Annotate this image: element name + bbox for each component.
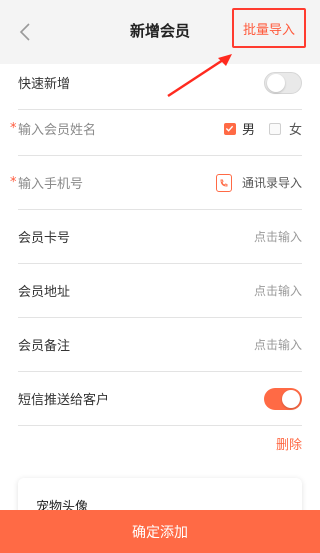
contacts-import-button[interactable]: 通讯录导入: [215, 173, 302, 192]
batch-import-button[interactable]: 批量导入: [232, 8, 306, 48]
required-mark: *: [10, 121, 17, 136]
phone-row: * 输入手机号 通讯录导入: [10, 156, 302, 210]
note-row[interactable]: 会员备注 点击输入: [18, 318, 302, 372]
phone-input[interactable]: 输入手机号: [18, 173, 83, 192]
gender-female-label: 女: [288, 123, 302, 138]
unchecked-checkbox-icon: [268, 122, 281, 135]
card-number-input[interactable]: 点击输入: [254, 228, 302, 245]
address-label: 会员地址: [18, 285, 71, 300]
required-mark: *: [10, 175, 17, 190]
sms-push-label: 短信推送给客户: [18, 393, 110, 408]
checked-checkbox-icon: [223, 122, 236, 135]
quick-add-label: 快速新增: [18, 77, 71, 92]
gender-male-option[interactable]: 男: [223, 119, 255, 138]
delete-button[interactable]: 删除: [276, 434, 302, 453]
confirm-add-button[interactable]: 确定添加: [0, 510, 320, 553]
card-number-row[interactable]: 会员卡号 点击输入: [18, 210, 302, 264]
contacts-import-label: 通讯录导入: [241, 176, 302, 190]
sms-push-toggle[interactable]: [264, 387, 302, 410]
member-name-row: * 输入会员姓名 男 女: [10, 102, 302, 156]
address-input[interactable]: 点击输入: [254, 282, 302, 299]
note-label: 会员备注: [18, 339, 71, 354]
card-number-label: 会员卡号: [18, 231, 71, 246]
member-name-input[interactable]: 输入会员姓名: [18, 119, 96, 138]
address-row[interactable]: 会员地址 点击输入: [18, 264, 302, 318]
sms-push-row: 短信推送给客户: [18, 372, 302, 426]
toggle-knob: [282, 389, 300, 408]
gender-male-label: 男: [241, 123, 255, 138]
gender-female-option[interactable]: 女: [268, 119, 302, 138]
note-input[interactable]: 点击输入: [254, 336, 302, 353]
toggle-knob: [267, 73, 285, 92]
quick-add-toggle[interactable]: [264, 71, 302, 94]
phone-book-icon: [215, 173, 232, 192]
